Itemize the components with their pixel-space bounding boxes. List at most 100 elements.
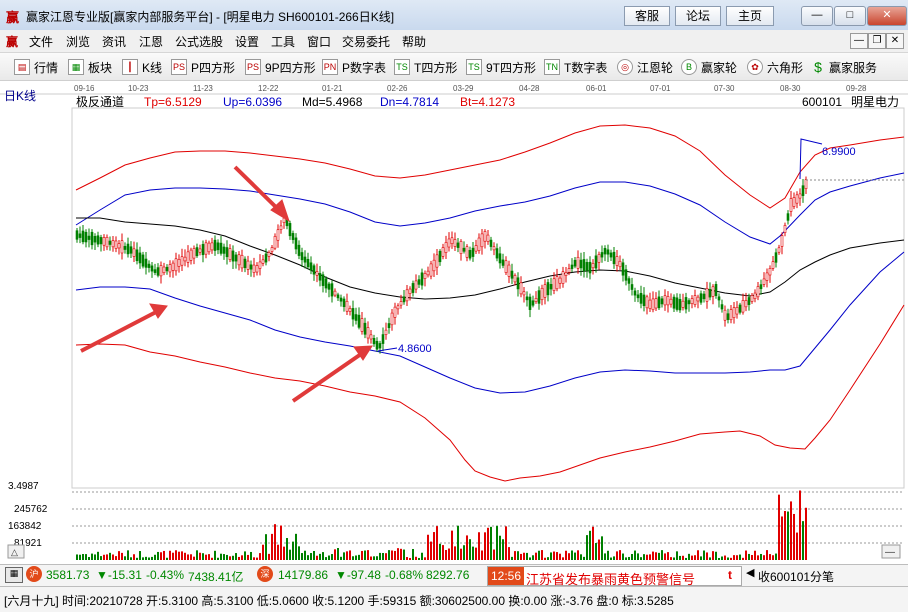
candle <box>729 309 733 321</box>
volume-bar <box>697 550 699 560</box>
candle <box>348 308 352 312</box>
candle <box>714 284 718 296</box>
tool-p-table[interactable]: PN P数字表 <box>322 58 386 76</box>
volume-bar <box>433 532 435 560</box>
luntan-button[interactable]: 论坛 <box>675 6 721 26</box>
candle <box>120 240 124 254</box>
volume-bar <box>622 553 624 560</box>
close-button[interactable]: ✕ <box>867 6 907 26</box>
tool-t-square[interactable]: TS T四方形 <box>394 58 457 76</box>
volume-bar <box>559 553 561 560</box>
date-tick: 09-28 <box>846 84 867 93</box>
kline-chart[interactable]: 日K线 09-16 10-23 11-23 12-22 01-21 02-26 … <box>0 81 908 564</box>
volume-bar <box>781 516 783 560</box>
minimize-button[interactable]: — <box>801 6 833 26</box>
volume-bar <box>97 551 99 560</box>
tool-9t-square[interactable]: TS 9T四方形 <box>466 58 536 76</box>
menu-formula[interactable]: 公式选股 <box>175 33 223 50</box>
volume-bar <box>571 550 573 560</box>
sh-index-icon[interactable]: 沪 <box>26 566 42 582</box>
volume-bar <box>187 554 189 560</box>
menu-trade[interactable]: 交易委托 <box>342 33 390 50</box>
maximize-button[interactable]: □ <box>834 6 866 26</box>
candle <box>570 264 574 269</box>
candle <box>498 253 502 264</box>
menu-gann[interactable]: 江恩 <box>139 33 163 50</box>
toolbar: ▤ 行情 ▦ 板块 ┃ K线 PS P四方形 PS 9P四方形 PN P数字表 TS T四方形… <box>0 53 908 81</box>
volume-bar <box>502 539 504 560</box>
candle <box>594 255 598 269</box>
candle <box>708 288 712 298</box>
keyboard-icon[interactable]: ▦ <box>5 567 23 583</box>
candle <box>75 230 79 240</box>
candle <box>804 179 808 189</box>
menu-file[interactable]: 文件 <box>29 33 53 50</box>
volume-bar <box>760 553 762 560</box>
candle <box>243 258 247 269</box>
volume-bar <box>700 556 702 560</box>
menu-tools[interactable]: 工具 <box>271 33 295 50</box>
tool-hexagon[interactable]: ✿ 六角形 <box>747 58 803 76</box>
volume-bar <box>508 547 510 560</box>
volume-bar <box>397 548 399 560</box>
volume-bar <box>493 549 495 560</box>
candle <box>234 254 238 262</box>
candle <box>735 306 739 315</box>
tool-winner-wheel[interactable]: B 赢家轮 <box>681 58 737 76</box>
candle <box>393 306 397 318</box>
chart-area[interactable]: 日K线 09-16 10-23 11-23 12-22 01-21 02-26 … <box>0 81 908 564</box>
menu-info[interactable]: 资讯 <box>102 33 126 50</box>
volume-bar <box>373 556 375 560</box>
volume-bar <box>670 557 672 560</box>
volume-bar <box>94 554 96 560</box>
volume-bar <box>238 556 240 560</box>
menu-window[interactable]: 窗口 <box>307 33 331 50</box>
menu-help[interactable]: 帮助 <box>402 33 426 50</box>
low-price-label: 4.8600 <box>398 343 432 355</box>
news-ticker[interactable]: 12:56 江苏省发布暴雨黄色预警信号 t <box>487 566 742 587</box>
tool-winner-service[interactable]: $ 赢家服务 <box>811 58 877 76</box>
candle <box>654 298 658 309</box>
candle <box>567 268 571 273</box>
candle <box>744 300 748 308</box>
sz-index-icon[interactable]: 深 <box>257 566 273 582</box>
candle <box>711 286 715 297</box>
tool-9p-square[interactable]: PS 9P四方形 <box>245 58 316 76</box>
tool-t-table[interactable]: TN T数字表 <box>544 58 607 76</box>
candle <box>798 193 802 199</box>
zhuye-button[interactable]: 主页 <box>726 6 774 26</box>
candle <box>549 284 553 290</box>
mdi-minimize-button[interactable]: — <box>850 33 868 49</box>
tool-gann-wheel[interactable]: ◎ 江恩轮 <box>617 58 673 76</box>
candle <box>246 260 250 270</box>
volume-bar <box>766 550 768 560</box>
tool-label: 江恩轮 <box>637 60 674 75</box>
kefu-button[interactable]: 客服 <box>624 6 670 26</box>
volume-bar <box>124 556 126 560</box>
menu-settings[interactable]: 设置 <box>235 33 259 50</box>
tool-sector[interactable]: ▦ 板块 <box>68 58 112 76</box>
candle <box>693 295 697 305</box>
candle <box>651 298 655 311</box>
volume-bar <box>145 556 147 560</box>
speaker-icon[interactable]: ◀ <box>746 566 754 579</box>
candle <box>237 254 241 266</box>
ps-icon: PS <box>171 59 187 75</box>
tool-quotes[interactable]: ▤ 行情 <box>14 58 58 76</box>
candle <box>255 265 259 273</box>
mdi-restore-button[interactable]: ❐ <box>868 33 886 49</box>
date-tick: 03-29 <box>453 84 474 93</box>
volume-bar <box>745 550 747 560</box>
tool-kline[interactable]: ┃ K线 <box>122 58 162 76</box>
candle <box>276 229 280 241</box>
volume-bar <box>244 551 246 560</box>
volume-bar <box>355 555 357 560</box>
menu-browse[interactable]: 浏览 <box>66 33 90 50</box>
tool-p-square[interactable]: PS P四方形 <box>171 58 235 76</box>
volume-bar <box>562 557 564 560</box>
candle <box>408 288 412 294</box>
title-bar: 赢 赢家江恩专业版[赢家内部服务平台] - [明星电力 SH600101-266… <box>0 0 908 31</box>
volume-bar <box>592 526 594 560</box>
close-ticks-label[interactable]: 收600101分笔 <box>758 568 834 585</box>
mdi-close-button[interactable]: ✕ <box>886 33 904 49</box>
